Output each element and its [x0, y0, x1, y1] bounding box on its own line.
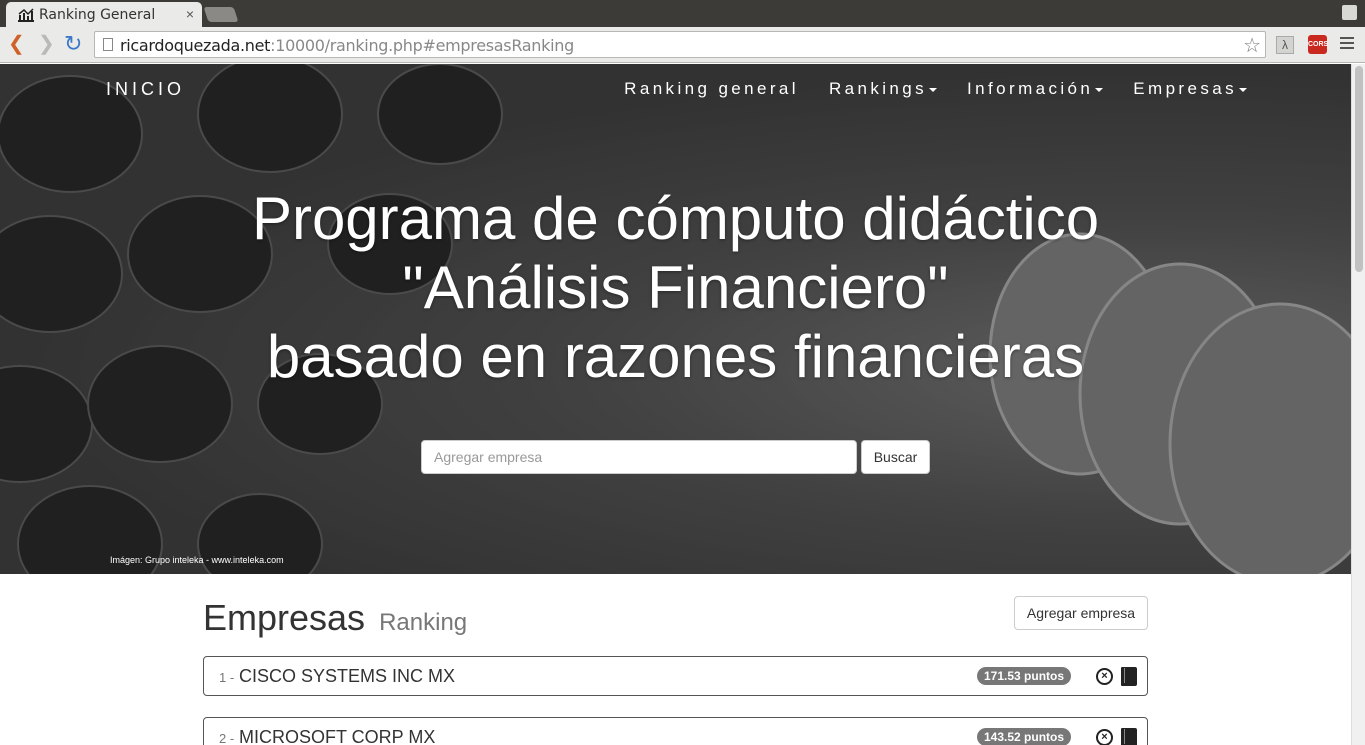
- nav-empresas-dropdown[interactable]: Empresas: [1133, 79, 1247, 99]
- bookmark-star-icon[interactable]: ☆: [1243, 33, 1261, 58]
- back-arrow-icon[interactable]: ❮: [8, 32, 25, 56]
- lambda-extension-icon[interactable]: λ: [1276, 36, 1294, 54]
- remove-circle-icon[interactable]: ×: [1096, 668, 1113, 685]
- nav-empresas-label: Empresas: [1133, 79, 1237, 98]
- rank-number: 1 -: [219, 670, 235, 685]
- site-navbar: INICIO Ranking general Rankings Informac…: [0, 64, 1351, 112]
- page-icon: [103, 38, 113, 51]
- rank-number: 2 -: [219, 731, 235, 745]
- ranking-row[interactable]: 1 - CISCO SYSTEMS INC MX 171.53 puntos ×: [203, 656, 1148, 696]
- browser-tab[interactable]: Ranking General ×: [6, 2, 202, 27]
- book-icon[interactable]: [1121, 667, 1137, 686]
- remove-circle-icon[interactable]: ×: [1096, 729, 1113, 745]
- ranking-row[interactable]: 2 - MICROSOFT CORP MX 143.52 puntos ×: [203, 717, 1148, 745]
- brand-link[interactable]: INICIO: [106, 79, 185, 100]
- nav-ranking-general[interactable]: Ranking general: [624, 79, 799, 99]
- url-text[interactable]: ricardoquezada.net:10000/ranking.php#emp…: [120, 36, 574, 55]
- nav-rankings-dropdown[interactable]: Rankings: [828, 79, 938, 99]
- nav-ranking-general-label: Ranking general: [624, 79, 799, 98]
- section-title-text: Empresas: [203, 597, 366, 638]
- points-badge: 143.52 puntos: [977, 728, 1072, 745]
- add-company-button[interactable]: Agregar empresa: [1014, 596, 1148, 630]
- company-search-input[interactable]: [421, 440, 857, 474]
- url-host: ricardoquezada.net: [120, 36, 271, 55]
- page-scrollbar[interactable]: [1351, 64, 1365, 745]
- tab-title: Ranking General: [39, 7, 156, 23]
- image-credit: Imágen: Grupo inteleka - www.inteleka.co…: [110, 555, 284, 565]
- browser-toolbar: ❮ ❯ ↻ ricardoquezada.net:10000/ranking.p…: [0, 27, 1365, 63]
- address-bar[interactable]: ricardoquezada.net:10000/ranking.php#emp…: [94, 31, 1266, 58]
- nav-informacion-label: Información: [967, 79, 1094, 98]
- caret-down-icon: [1095, 87, 1104, 92]
- new-tab-button[interactable]: [203, 7, 239, 22]
- company-name[interactable]: CISCO SYSTEMS INC MX: [239, 666, 455, 687]
- hero-title-line-3: basado en razones financieras: [266, 323, 1085, 390]
- hero-section: INICIO Ranking general Rankings Informac…: [0, 64, 1351, 574]
- nav-informacion-dropdown[interactable]: Información: [967, 79, 1104, 99]
- page-viewport: INICIO Ranking general Rankings Informac…: [0, 64, 1351, 745]
- nav-rankings-label: Rankings: [828, 79, 928, 98]
- url-path: :10000/ranking.php#empresasRanking: [270, 36, 574, 55]
- caret-down-icon: [1239, 87, 1247, 92]
- section-subtitle: Ranking: [379, 609, 468, 636]
- chart-favicon-icon: [18, 8, 34, 22]
- browser-tabstrip: Ranking General ×: [0, 0, 1365, 27]
- caret-down-icon: [929, 87, 938, 92]
- hero-title-line-2: "Análisis Financiero": [402, 254, 949, 321]
- section-title: Empresas Ranking: [203, 597, 467, 639]
- points-badge: 171.53 puntos: [977, 667, 1072, 685]
- search-button[interactable]: Buscar: [861, 440, 930, 474]
- book-icon[interactable]: [1121, 728, 1137, 745]
- scrollbar-thumb[interactable]: [1355, 66, 1363, 272]
- browser-menu-icon[interactable]: [1340, 37, 1354, 52]
- company-name[interactable]: MICROSOFT CORP MX: [239, 727, 435, 745]
- profile-icon[interactable]: [1342, 5, 1357, 20]
- cors-extension-icon[interactable]: CORS: [1308, 35, 1328, 54]
- reload-icon[interactable]: ↻: [64, 32, 82, 56]
- nav-menu: Ranking general Rankings Información Emp…: [624, 79, 1247, 99]
- tab-close-icon[interactable]: ×: [186, 6, 194, 22]
- hero-title-line-1: Programa de cómputo didáctico: [251, 185, 1100, 252]
- forward-arrow-icon[interactable]: ❯: [38, 32, 55, 56]
- hero-title: Programa de cómputo didáctico "Análisis …: [0, 184, 1351, 391]
